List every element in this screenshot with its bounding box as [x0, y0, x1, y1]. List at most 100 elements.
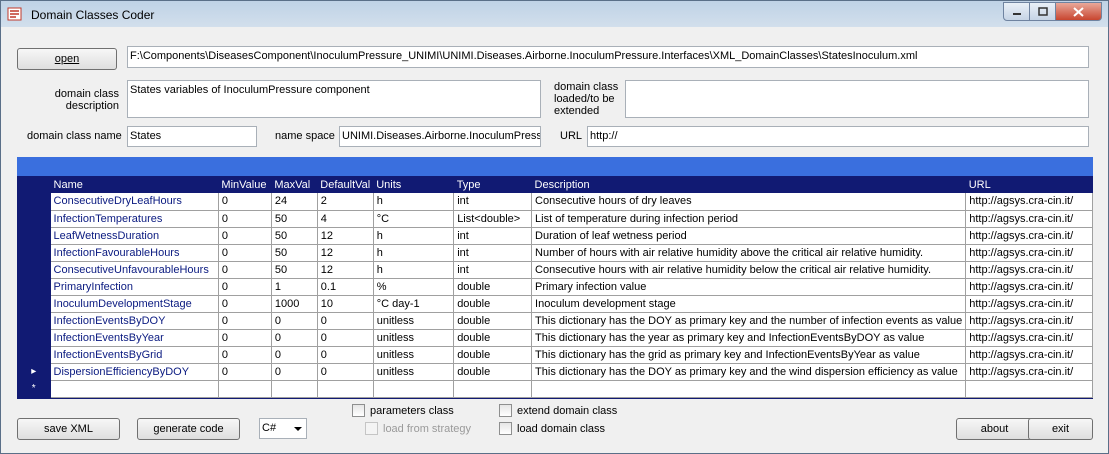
- table-cell[interactable]: http://agsys.cra-cin.it/: [965, 346, 1093, 364]
- table-cell[interactable]: 50: [271, 261, 318, 279]
- table-cell[interactable]: http://agsys.cra-cin.it/: [965, 278, 1093, 296]
- exit-button[interactable]: exit: [1028, 418, 1093, 440]
- row-header[interactable]: [17, 227, 51, 244]
- table-cell[interactable]: http://agsys.cra-cin.it/: [965, 295, 1093, 313]
- table-cell[interactable]: 4: [317, 210, 374, 228]
- table-cell[interactable]: 0: [271, 312, 318, 330]
- namespace-input[interactable]: UNIMI.Diseases.Airborne.InoculumPressu: [339, 126, 541, 147]
- table-cell[interactable]: int: [453, 193, 533, 211]
- table-cell[interactable]: h: [373, 227, 455, 245]
- table-cell[interactable]: 0: [271, 363, 318, 381]
- table-cell[interactable]: This dictionary has the DOY as primary k…: [531, 363, 967, 381]
- column-header[interactable]: URL: [966, 176, 1093, 193]
- table-cell[interactable]: [453, 380, 533, 398]
- table-cell[interactable]: 12: [317, 261, 374, 279]
- row-header[interactable]: [17, 312, 51, 329]
- row-header[interactable]: [17, 278, 51, 295]
- table-cell[interactable]: http://agsys.cra-cin.it/: [965, 244, 1093, 262]
- table-cell[interactable]: 2: [317, 193, 374, 211]
- table-cell[interactable]: InfectionEventsByDOY: [50, 312, 219, 330]
- column-header[interactable]: MinValue: [218, 176, 271, 193]
- table-cell[interactable]: h: [373, 244, 455, 262]
- table-cell[interactable]: List<double>: [453, 210, 533, 228]
- table-cell[interactable]: [50, 380, 219, 398]
- table-row[interactable]: InfectionFavourableHours 0 50 12 h int Number …: [17, 244, 1093, 262]
- new-row[interactable]: *: [17, 380, 1093, 398]
- row-header[interactable]: [17, 346, 51, 363]
- table-cell[interactable]: h: [373, 193, 455, 211]
- close-button[interactable]: [1056, 2, 1102, 21]
- table-row[interactable]: InfectionEventsByYear 0 0 0 unitless double Th…: [17, 329, 1093, 347]
- load-from-strategy-checkbox[interactable]: load from strategy: [365, 422, 471, 435]
- table-row[interactable]: InfectionTemperatures 0 50 4 °C List<double> L…: [17, 210, 1093, 228]
- table-cell[interactable]: [965, 380, 1093, 398]
- table-cell[interactable]: This dictionary has the grid as primary …: [531, 346, 967, 364]
- table-cell[interactable]: 24: [271, 193, 318, 211]
- table-cell[interactable]: 0.1: [317, 278, 374, 296]
- table-cell[interactable]: double: [453, 363, 533, 381]
- load-domain-class-checkbox[interactable]: load domain class: [499, 422, 605, 435]
- table-cell[interactable]: °C day-1: [373, 295, 455, 313]
- table-cell[interactable]: [271, 380, 318, 398]
- table-cell[interactable]: InoculumDevelopmentStage: [50, 295, 219, 313]
- description-input[interactable]: States variables of InoculumPressure com…: [127, 80, 541, 118]
- table-cell[interactable]: http://agsys.cra-cin.it/: [965, 227, 1093, 245]
- table-cell[interactable]: double: [453, 312, 533, 330]
- table-row[interactable]: LeafWetnessDuration 0 50 12 h int Duration of …: [17, 227, 1093, 245]
- table-cell[interactable]: int: [453, 244, 533, 262]
- column-header[interactable]: DefaultVal: [317, 176, 373, 193]
- row-header[interactable]: [17, 261, 51, 278]
- table-cell[interactable]: 1000: [271, 295, 318, 313]
- about-button[interactable]: about: [956, 418, 1033, 440]
- column-header[interactable]: Name: [51, 176, 219, 193]
- file-path-input[interactable]: F:\Components\DiseasesComponent\Inoculum…: [127, 46, 1089, 68]
- table-cell[interactable]: int: [453, 227, 533, 245]
- table-cell[interactable]: 0: [218, 363, 272, 381]
- table-cell[interactable]: [218, 380, 272, 398]
- table-cell[interactable]: 50: [271, 227, 318, 245]
- table-cell[interactable]: unitless: [373, 312, 455, 330]
- table-cell[interactable]: 0: [218, 193, 272, 211]
- table-cell[interactable]: ConsecutiveUnfavourableHours: [50, 261, 219, 279]
- open-button[interactable]: open: [17, 48, 117, 70]
- row-header[interactable]: [17, 210, 51, 227]
- table-cell[interactable]: This dictionary has the year as primary …: [531, 329, 967, 347]
- minimize-button[interactable]: [1003, 2, 1030, 21]
- table-cell[interactable]: double: [453, 329, 533, 347]
- row-header[interactable]: ▸: [17, 363, 51, 380]
- table-row[interactable]: ConsecutiveUnfavourableHours 0 50 12 h int Con…: [17, 261, 1093, 279]
- table-cell[interactable]: http://agsys.cra-cin.it/: [965, 329, 1093, 347]
- save-xml-button[interactable]: save XML: [17, 418, 120, 440]
- table-cell[interactable]: http://agsys.cra-cin.it/: [965, 312, 1093, 330]
- table-cell[interactable]: Inoculum development stage: [531, 295, 967, 313]
- row-header[interactable]: [17, 329, 51, 346]
- table-cell[interactable]: double: [453, 278, 533, 296]
- table-cell[interactable]: %: [373, 278, 455, 296]
- table-cell[interactable]: 0: [218, 295, 272, 313]
- parameters-class-checkbox[interactable]: parameters class: [352, 404, 454, 417]
- table-cell[interactable]: Consecutive hours of dry leaves: [531, 193, 967, 211]
- table-cell[interactable]: 0: [218, 210, 272, 228]
- table-cell[interactable]: 0: [218, 227, 272, 245]
- table-cell[interactable]: 0: [317, 329, 374, 347]
- table-cell[interactable]: double: [453, 295, 533, 313]
- column-header[interactable]: MaxVal: [271, 176, 317, 193]
- table-row[interactable]: InfectionEventsByGrid 0 0 0 unitless double Th…: [17, 346, 1093, 364]
- table-cell[interactable]: h: [373, 261, 455, 279]
- column-header[interactable]: Units: [373, 176, 453, 193]
- table-cell[interactable]: 0: [271, 329, 318, 347]
- table-cell[interactable]: http://agsys.cra-cin.it/: [965, 210, 1093, 228]
- table-cell[interactable]: 0: [317, 346, 374, 364]
- table-cell[interactable]: 50: [271, 210, 318, 228]
- table-cell[interactable]: 0: [218, 278, 272, 296]
- table-cell[interactable]: InfectionEventsByGrid: [50, 346, 219, 364]
- table-cell[interactable]: Duration of leaf wetness period: [531, 227, 967, 245]
- table-row[interactable]: PrimaryInfection 0 1 0.1% double Primary infe…: [17, 278, 1093, 296]
- table-cell[interactable]: 0: [218, 261, 272, 279]
- row-header[interactable]: [17, 193, 51, 210]
- table-cell[interactable]: http://agsys.cra-cin.it/: [965, 363, 1093, 381]
- table-cell[interactable]: Consecutive hours with air relative humi…: [531, 261, 967, 279]
- table-cell[interactable]: Primary infection value: [531, 278, 967, 296]
- table-cell[interactable]: [317, 380, 374, 398]
- table-cell[interactable]: 0: [317, 363, 374, 381]
